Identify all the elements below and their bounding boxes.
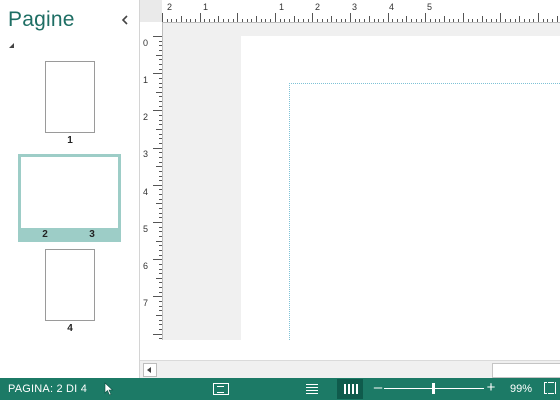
ruler-label: 6 [143, 261, 149, 271]
ruler-label: 4 [143, 187, 149, 197]
view-line [306, 384, 318, 385]
view-line [306, 387, 318, 388]
single-page-view-button[interactable] [302, 381, 322, 397]
ruler-label: 1 [143, 75, 149, 85]
ruler-label: 7 [143, 298, 149, 308]
collapse-pane-button[interactable] [118, 12, 132, 28]
document-canvas[interactable] [163, 23, 560, 340]
publication-page[interactable] [241, 36, 560, 340]
page-thumbnail-number: 4 [67, 323, 73, 334]
macro-recording-icon[interactable] [213, 383, 229, 395]
view-line [306, 390, 318, 391]
ruler-label: 2 [143, 112, 149, 122]
page-thumbnail-number: 1 [67, 135, 73, 146]
ruler-label: 5 [427, 2, 433, 12]
vertical-ruler-ticks [153, 36, 162, 339]
zoom-slider-thumb[interactable] [432, 383, 435, 394]
page-thumbnail-4[interactable]: 4 [40, 246, 100, 336]
page-thumbnail-number: 2 [42, 229, 48, 240]
horizontal-ruler-ticks [162, 13, 558, 22]
horizontal-scrollbar[interactable] [140, 360, 560, 379]
page-thumbnail-sheet [45, 61, 95, 133]
section-collapse-arrow-icon[interactable] [9, 43, 14, 48]
ruler-label: 2 [167, 2, 173, 12]
ruler-label: 4 [389, 2, 395, 12]
view-line [306, 393, 318, 394]
page-thumbnail-1[interactable]: 1 [40, 58, 100, 148]
ruler-label: 0 [143, 38, 149, 48]
view-line [344, 384, 346, 394]
page-thumbnail-2-3-selected[interactable]: 2 3 [18, 154, 121, 242]
status-bar: PAGINA: 2 DI 4 – + 99% [0, 378, 560, 400]
chevron-left-icon [121, 15, 128, 25]
ruler-label: 2 [315, 2, 321, 12]
zoom-in-button[interactable]: + [485, 380, 497, 396]
ruler-label: 3 [352, 2, 358, 12]
pages-pane: Pagine 1 2 3 4 [0, 0, 139, 378]
view-line [348, 384, 350, 394]
ruler-label: 5 [143, 224, 149, 234]
margin-guide [289, 83, 560, 340]
ruler-label: 1 [203, 2, 209, 12]
page-thumbnail-number: 3 [89, 229, 95, 240]
scroll-left-button[interactable] [143, 363, 157, 377]
view-line [352, 384, 354, 394]
zoom-level[interactable]: 99% [510, 383, 532, 395]
view-line [356, 384, 358, 394]
pages-pane-title: Pagine [8, 8, 75, 31]
fit-page-icon[interactable] [544, 382, 556, 394]
ruler-corner [140, 0, 162, 22]
ruler-label: 1 [279, 2, 285, 12]
zoom-out-button[interactable]: – [372, 380, 384, 396]
horizontal-ruler[interactable]: 2 1 1 2 3 4 5 [162, 0, 560, 23]
page-indicator[interactable]: PAGINA: 2 DI 4 [8, 383, 87, 395]
page-thumbnail-sheet [45, 249, 95, 321]
vertical-ruler[interactable]: 0 1 2 3 4 5 6 7 [140, 22, 163, 340]
ruler-label: 3 [143, 149, 149, 159]
scroll-thumb[interactable] [492, 363, 560, 378]
mouse-pointer-icon [104, 382, 114, 396]
page-thumbnail-sheet [21, 157, 118, 228]
two-page-view-button[interactable] [337, 379, 363, 399]
